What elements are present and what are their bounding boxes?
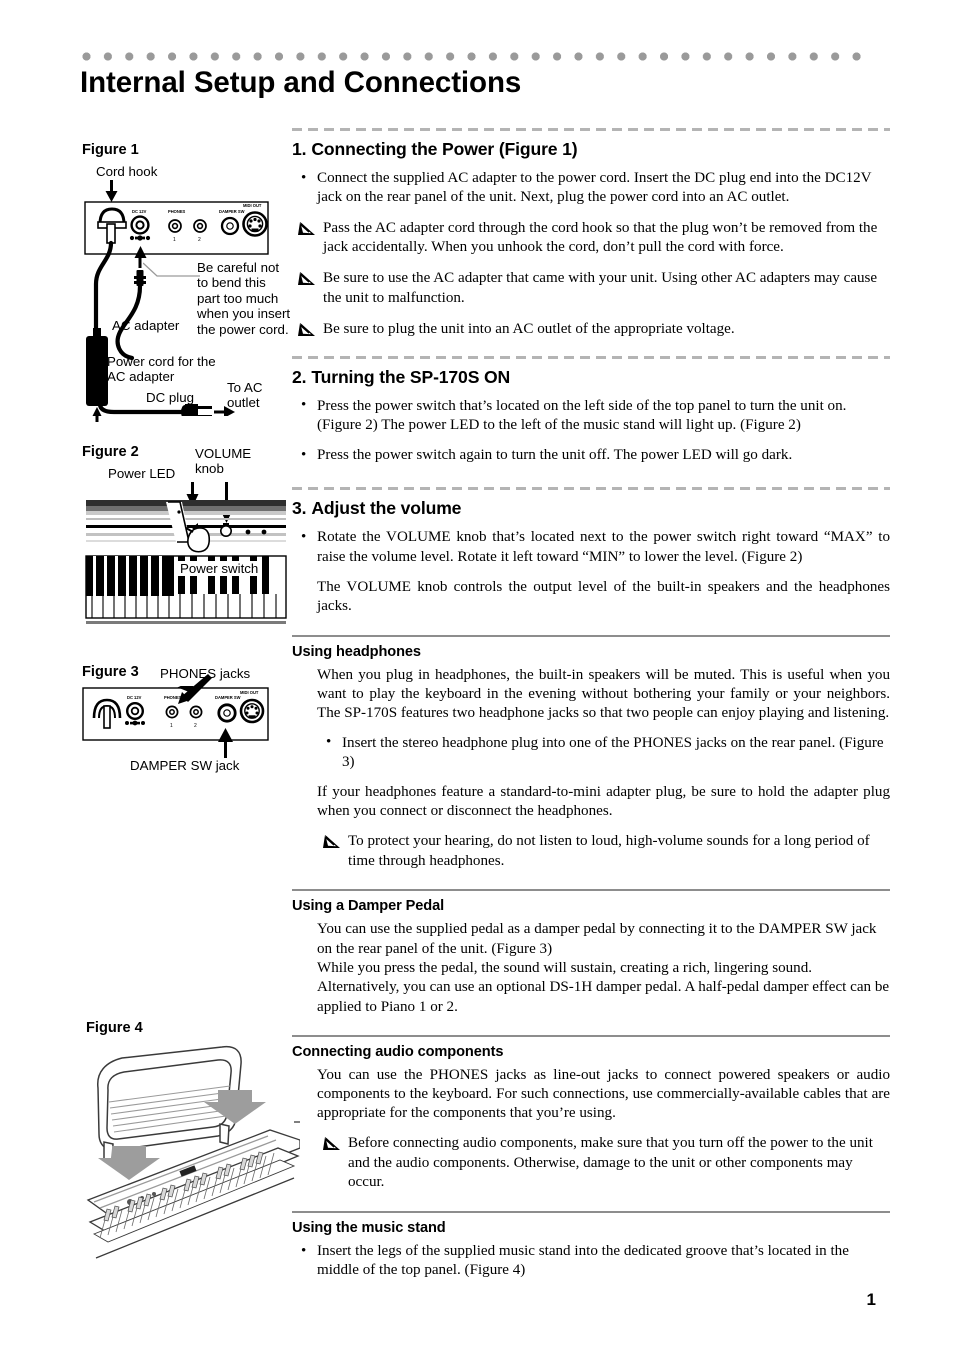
subsection-divider bbox=[292, 889, 890, 892]
svg-text:MIDI OUT: MIDI OUT bbox=[243, 203, 262, 208]
section-3-heading: 3. Adjust the volume bbox=[292, 498, 890, 519]
caution-icon bbox=[323, 1136, 340, 1150]
subsection-headphones-body: When you plug in headphones, the built-i… bbox=[292, 666, 890, 872]
svg-text:2: 2 bbox=[198, 237, 201, 243]
content-column: 1. Connecting the Power (Figure 1) Conne… bbox=[292, 128, 890, 1292]
figure-2-caption: Figure 2 bbox=[82, 444, 139, 460]
figure-2-label-power-led: Power LED bbox=[108, 466, 176, 481]
caution-icon bbox=[298, 221, 315, 235]
subsection-headphones-title: Using headphones bbox=[292, 643, 421, 660]
subsection-damper-title: Using a Damper Pedal bbox=[292, 898, 445, 915]
section-2-title: Turning the SP-170S ON bbox=[311, 366, 511, 387]
subsection-audio-components: Connecting audio components You can use … bbox=[292, 1034, 890, 1193]
figure-1-label-ac-adapter: AC adapter bbox=[112, 318, 180, 333]
figure-2-diagram bbox=[85, 482, 287, 624]
figure-1-label-cord-hook: Cord hook bbox=[96, 164, 158, 179]
svg-text:PHONES: PHONES bbox=[168, 209, 186, 214]
figure-2-label-power-switch: Power switch bbox=[178, 561, 261, 577]
figure-4: Figure 4 bbox=[80, 1020, 300, 1270]
section-divider bbox=[292, 487, 890, 491]
svg-text:DAMPER SW: DAMPER SW bbox=[219, 209, 245, 214]
section-1-title: Connecting the Power (Figure 1) bbox=[311, 139, 578, 159]
headphones-paragraph-1: When you plug in headphones, the built-i… bbox=[317, 666, 890, 722]
figure-3-phones-arrow bbox=[178, 674, 212, 704]
caution-note: Be sure to plug the unit into an AC outl… bbox=[292, 320, 890, 340]
caution-note-text: Be sure to plug the unit into an AC outl… bbox=[323, 320, 735, 337]
svg-text:1: 1 bbox=[170, 723, 173, 729]
caution-icon bbox=[323, 834, 340, 848]
caution-note-text: Before connecting audio components, make… bbox=[348, 1134, 873, 1191]
subsection-damper-pedal: Using a Damper Pedal You can use the sup… bbox=[292, 889, 890, 1016]
caution-note-text: Be sure to use the AC adapter that came … bbox=[323, 270, 878, 306]
section-2-heading: 2. Turning the SP-170S ON bbox=[292, 367, 890, 388]
section-3-paragraph-1: The VOLUME knob controls the output leve… bbox=[317, 579, 890, 615]
subsection-music-stand: Using the music stand Insert the legs of… bbox=[292, 1211, 890, 1281]
caution-note: To protect your hearing, do not listen t… bbox=[317, 832, 890, 872]
svg-text:MIDI OUT: MIDI OUT bbox=[240, 690, 259, 695]
section-2-bullet-2: Press the power switch again to turn the… bbox=[292, 446, 890, 466]
figure-2: Figure 2 Power LED VOLUME knob Power swi… bbox=[80, 444, 290, 634]
subsection-audio-body: You can use the PHONES jacks as line-out… bbox=[292, 1066, 890, 1193]
section-divider bbox=[292, 355, 890, 359]
caution-icon bbox=[298, 272, 315, 286]
section-connecting-power: 1. Connecting the Power (Figure 1) Conne… bbox=[292, 128, 890, 340]
figure-1-caption: Figure 1 bbox=[82, 142, 139, 158]
section-3-bullet-1: Rotate the VOLUME knob that’s located ne… bbox=[292, 528, 890, 567]
damper-paragraph-3: Alternatively, you can use an optional D… bbox=[317, 979, 890, 1015]
damper-paragraph-1: You can use the supplied pedal as a damp… bbox=[317, 921, 877, 957]
page-number: 1 bbox=[866, 1290, 876, 1309]
svg-text:2: 2 bbox=[194, 723, 197, 729]
figure-1-caution-note: Be careful not to bend this part too muc… bbox=[197, 260, 291, 337]
svg-text:DC 12V: DC 12V bbox=[127, 695, 142, 700]
top-dot-rule bbox=[82, 52, 872, 61]
subsection-divider bbox=[292, 1211, 890, 1214]
figure-1-caution-leader bbox=[143, 262, 200, 277]
subsection-damper-body: You can use the supplied pedal as a damp… bbox=[292, 920, 890, 1016]
figures-column: Figure 1 Cord hook DC 12V PHONES 1 2 DAM… bbox=[80, 132, 300, 1259]
subsection-divider bbox=[292, 634, 890, 637]
damper-paragraph-2: While you press the pedal, the sound wil… bbox=[317, 959, 813, 976]
subsection-music-stand-title: Using the music stand bbox=[292, 1220, 446, 1237]
figure-2-label-volume-knob: VOLUME knob bbox=[195, 446, 252, 477]
subsection-using-headphones: Using headphones When you plug in headph… bbox=[292, 634, 890, 872]
section-2-number: 2. bbox=[292, 366, 307, 387]
caution-note: Be sure to use the AC adapter that came … bbox=[292, 269, 890, 309]
svg-text:1: 1 bbox=[173, 237, 176, 243]
music-stand-bullet-1: Insert the legs of the supplied music st… bbox=[292, 1242, 890, 1281]
section-3-title: Adjust the volume bbox=[311, 498, 462, 519]
caution-icon bbox=[298, 322, 315, 336]
caution-note: Before connecting audio components, make… bbox=[317, 1134, 890, 1193]
headphones-bullet-1: Insert the stereo headphone plug into on… bbox=[317, 733, 890, 773]
section-divider bbox=[292, 128, 890, 131]
figure-3-label-damper-sw-jack: DAMPER SW jack bbox=[130, 758, 240, 773]
caution-note-text: To protect your hearing, do not listen t… bbox=[348, 832, 870, 869]
caution-note: Pass the AC adapter cord through the cor… bbox=[292, 219, 890, 259]
figure-3-damper-arrow bbox=[218, 728, 233, 758]
figure-3-caption: Figure 3 bbox=[82, 664, 139, 680]
section-1-heading: 1. Connecting the Power (Figure 1) bbox=[292, 139, 890, 160]
caution-note-text: Pass the AC adapter cord through the cor… bbox=[323, 219, 878, 256]
figure-3: Figure 3 PHONES jacks DC 12V PHONES 1 2 … bbox=[80, 662, 290, 777]
section-1-bullet-1: Connect the supplied AC adapter to the p… bbox=[292, 169, 890, 208]
section-3-number: 3. bbox=[292, 498, 307, 519]
section-turning-on: 2. Turning the SP-170S ON Press the powe… bbox=[292, 355, 890, 466]
headphones-paragraph-2: If your headphones feature a standard-to… bbox=[317, 784, 890, 820]
figure-4-diagram bbox=[86, 1045, 300, 1259]
figure-4-caption: Figure 4 bbox=[86, 1020, 143, 1036]
subsection-divider bbox=[292, 1034, 890, 1037]
section-2-bullet-1: Press the power switch that’s located on… bbox=[292, 396, 890, 436]
section-1-number: 1. bbox=[292, 139, 307, 159]
figure-1-label-to-ac-outlet: To AC outlet bbox=[227, 380, 263, 411]
section-adjust-volume: 3. Adjust the volume Rotate the VOLUME k… bbox=[292, 487, 890, 616]
subsection-audio-title: Connecting audio components bbox=[292, 1043, 504, 1060]
section-3-body: The VOLUME knob controls the output leve… bbox=[292, 578, 890, 617]
page-title: Internal Setup and Connections bbox=[80, 66, 522, 99]
audio-paragraph-1: You can use the PHONES jacks as line-out… bbox=[317, 1066, 890, 1122]
svg-text:DC 12V: DC 12V bbox=[132, 209, 147, 214]
